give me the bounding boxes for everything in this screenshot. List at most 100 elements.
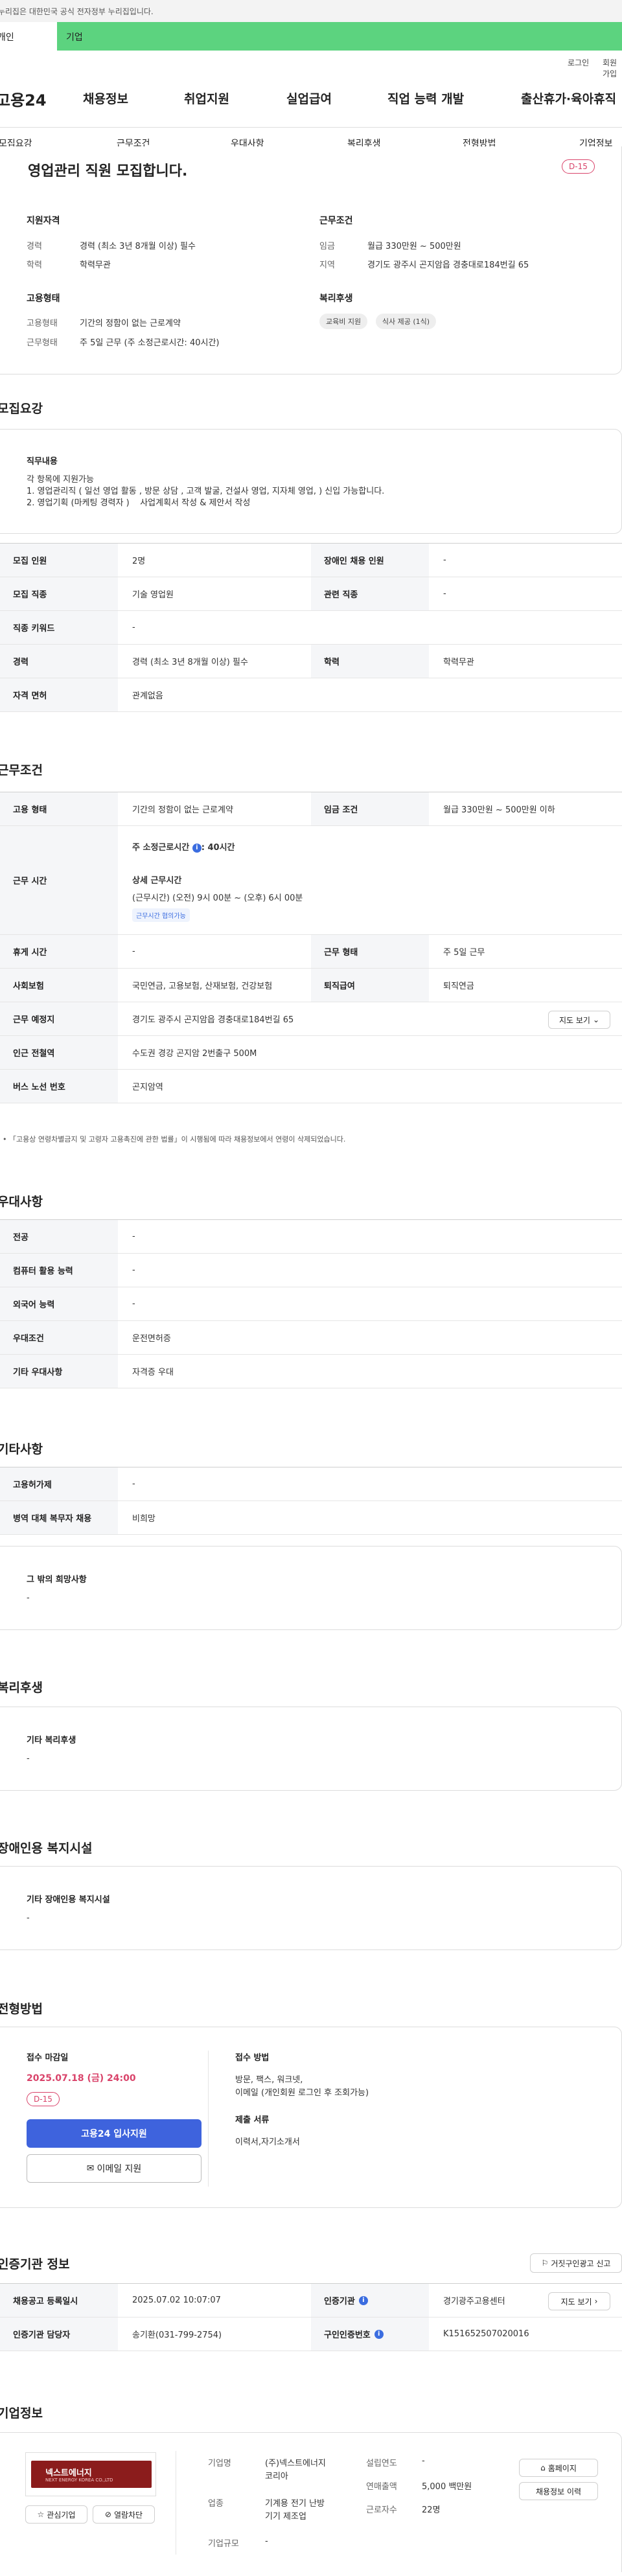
table-cell: 곤지암역 [132, 1083, 163, 1092]
table-header-cell: 모집 인원 [0, 544, 118, 577]
deadline-label: 접수 마감일 [27, 2053, 69, 2063]
detail-hours-value: (근무시간) (오전) 9시 00분 ~ (오후) 6시 00분 [132, 893, 303, 903]
table-header-cell: 퇴직급여 [311, 969, 429, 1002]
table-header-cell: 근무 형태 [311, 935, 429, 968]
member-type-tabs: 개인 기업 [0, 22, 622, 51]
tab-personal[interactable]: 개인 [0, 22, 57, 51]
deadline-value: 2025.07.18 (금) 24:00 [27, 2073, 136, 2084]
table-row: 버스 노선 번호 곤지암역 [0, 1070, 622, 1103]
recruit-section-title: 모집요강 [0, 402, 43, 416]
table-cell: 자격증 우대 [132, 1368, 174, 1377]
table-cell: 관계없음 [132, 691, 163, 701]
tab-company[interactable]: 기업 [57, 22, 622, 51]
report-fake-ad-button[interactable]: ⚐ 거짓구인광고 신고 [530, 2253, 622, 2273]
nav-item-training[interactable]: 직업 능력 개발 [387, 89, 464, 107]
application-card: 접수 마감일 2025.07.18 (금) 24:00 D-15 고용24 입사… [0, 2027, 622, 2208]
certification-table: 채용공고 등록일시 2025.07.02 10:07:07 인증기관 i 경기광주… [0, 2283, 622, 2351]
join-link[interactable]: 회원가입 [603, 57, 622, 79]
table-header-cell: 채용공고 등록일시 [0, 2284, 118, 2317]
conditions-section-title: 근무조건 [0, 763, 43, 777]
table-header-cell: 병역 대체 복무자 채용 [0, 1501, 118, 1534]
company-logo: 넥스트에너지 NEXT ENERGY KOREA CO.,LTD [25, 2452, 156, 2496]
education-value: 학력무관 [80, 260, 111, 270]
company-size-label: 기업규모 [208, 2539, 239, 2549]
nav-item-leave[interactable]: 출산휴가·육아휴직 [521, 89, 616, 107]
career-value: 경력 (최소 3년 8개월 이상) 필수 [80, 242, 196, 251]
preferences-section-title: 우대사항 [0, 1195, 43, 1209]
table-cell: 운전면허증 [132, 1334, 171, 1344]
table-cell: 2025.07.02 10:07:07 [132, 2295, 221, 2305]
employment-type-label: 고용형태 [27, 319, 58, 328]
disabled-card-heading: 기타 장애인용 복지시설 [27, 1895, 110, 1905]
table-header-cell: 자격 면허 [0, 678, 118, 711]
nav-item-unemployment[interactable]: 실업급여 [286, 89, 332, 107]
info-icon[interactable]: i [374, 2329, 384, 2339]
detail-hours-heading: 상세 근무시간 [132, 876, 182, 886]
table-header-cell: 장애인 채용 인원 [311, 544, 429, 577]
apply-online-button[interactable]: 고용24 입사지원 [27, 2119, 202, 2148]
table-row: 인증기관 담당자 송기환(031-799-2754) 구인인증번호 i K1516… [0, 2317, 622, 2351]
table-cell: 학력무관 [443, 658, 474, 667]
company-card: 넥스트에너지 NEXT ENERGY KOREA CO.,LTD ☆ 관심기업 ⊘… [0, 2432, 622, 2572]
table-row: 사회보험 국민연금, 고용보험, 산재보험, 건강보험 퇴직급여 퇴직연금 [0, 969, 622, 1002]
info-icon[interactable]: i [192, 843, 202, 853]
deadline-dday-badge: D-15 [27, 2092, 60, 2106]
age-notice: • 「고용상 연령차별금지 및 고령자 고용촉진에 관한 법률」이 시행됨에 따… [3, 1135, 346, 1144]
welfare-chips: 교육비 지원 식사 제공 (1식) [319, 314, 437, 329]
table-row: 모집 인원 2명 장애인 채용 인원 - [0, 544, 622, 577]
company-name-label: 기업명 [208, 2459, 231, 2468]
table-row: 우대조건 운전면허증 [0, 1321, 622, 1355]
table-header-cell: 컴퓨터 활용 능력 [0, 1254, 118, 1287]
company-size-value: - [265, 2536, 268, 2546]
employees-label: 근로자수 [366, 2505, 397, 2515]
table-cell: - [132, 947, 135, 956]
table-header-cell: 직종 키워드 [0, 611, 118, 644]
table-row: 자격 면허 관계없음 [0, 678, 622, 712]
table-header-cell: 임금 조건 [311, 792, 429, 825]
table-header-cell: 모집 직종 [0, 577, 118, 610]
apply-email-button[interactable]: ✉ 이메일 지원 [27, 2154, 202, 2183]
map-view-button[interactable]: 지도 보기 ⌄ [548, 1011, 610, 1029]
work-form-label: 근무형태 [27, 338, 58, 348]
documents-label: 제출 서류 [235, 2115, 270, 2125]
info-icon[interactable]: i [358, 2295, 368, 2305]
hiring-history-button[interactable]: 채용정보 이력 [519, 2482, 598, 2500]
table-cell: - [443, 589, 446, 599]
company-section-title: 기업정보 [0, 2406, 43, 2421]
block-company-button[interactable]: ⊘ 열람차단 [93, 2505, 155, 2524]
table-cell: - [443, 555, 446, 565]
documents-value: 이력서,자기소개서 [235, 2137, 300, 2147]
nav-item-support[interactable]: 취업지원 [184, 89, 229, 107]
homepage-button[interactable]: ⌂ 홈페이지 [519, 2459, 598, 2477]
table-cell: 경기광주고용센터 [443, 2297, 505, 2306]
table-cell: 송기환(031-799-2754) [132, 2330, 222, 2340]
work-location-value: 경기도 광주시 곤지암읍 경충대로184번길 65 [132, 1015, 294, 1025]
wage-label: 임금 [319, 242, 335, 251]
industry-value: 기계용 전기 난방 [265, 2499, 325, 2509]
job-title: 영업관리 직원 모집합니다. [28, 163, 188, 179]
work-hours-cell: 주 소정근로시간 i: 40시간 상세 근무시간 (근무시간) (오전) 9시 … [118, 826, 622, 934]
wish-heading: 그 밖의 희망사항 [27, 1575, 87, 1585]
table-cell: 국민연금, 고용보험, 산재보험, 건강보험 [132, 982, 273, 991]
welfare-card-value: - [27, 1754, 30, 1764]
method-label: 접수 방법 [235, 2053, 270, 2063]
table-cell: 기간의 정함이 없는 근로계약 [132, 805, 233, 815]
table-row: 휴게 시간 - 근무 형태 주 5일 근무 [0, 935, 622, 969]
welfare-heading: 복리후생 [319, 293, 353, 304]
table-cell: - [132, 1299, 135, 1309]
sales-label: 연매출액 [366, 2482, 397, 2492]
table-cell: - [132, 1479, 135, 1489]
method-value: 이메일 (개인회원 로그인 후 조회가능) [235, 2088, 369, 2098]
table-cell: - [132, 1232, 135, 1241]
gov-notice-text: 이 누리집은 대한민국 공식 전자정부 누리집입니다. [0, 7, 154, 16]
login-link[interactable]: 로그인 [568, 57, 589, 68]
site-logo[interactable]: 고용24 [0, 87, 47, 110]
map-view-button[interactable]: 지도 보기 › [548, 2292, 610, 2310]
table-header-cell: 경력 [0, 645, 118, 678]
table-row: 외국어 능력 - [0, 1287, 622, 1321]
wish-value: - [27, 1593, 30, 1603]
nav-item-jobs[interactable]: 채용정보 [83, 89, 128, 107]
global-nav: 고용24 채용정보 취업지원 실업급여 직업 능력 개발 출산휴가·육아휴직 [0, 89, 622, 111]
favorite-company-button[interactable]: ☆ 관심기업 [25, 2505, 87, 2524]
table-header-cell: 고용 형태 [0, 792, 118, 825]
